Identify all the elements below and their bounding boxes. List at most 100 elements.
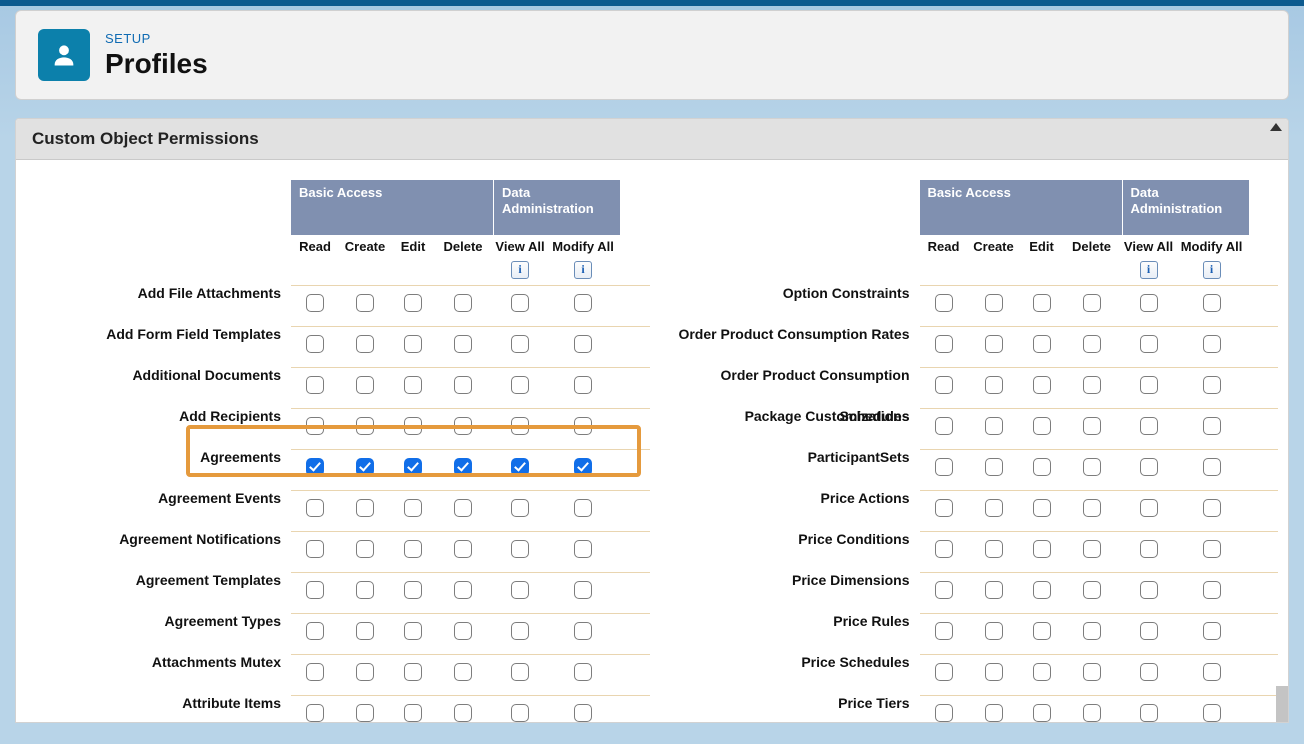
checkbox-create[interactable] <box>985 417 1003 435</box>
checkbox-read[interactable] <box>935 376 953 394</box>
checkbox-read[interactable] <box>306 581 324 599</box>
checkbox-read[interactable] <box>935 622 953 640</box>
checkbox-create[interactable] <box>356 499 374 517</box>
checkbox-edit[interactable] <box>1033 540 1051 558</box>
checkbox-delete[interactable] <box>454 540 472 558</box>
checkbox-delete[interactable] <box>1083 540 1101 558</box>
checkbox-delete[interactable] <box>454 581 472 599</box>
scroll-up-arrow-icon[interactable] <box>1270 123 1282 131</box>
checkbox-modall[interactable] <box>574 663 592 681</box>
checkbox-read[interactable] <box>306 417 324 435</box>
info-icon[interactable]: i <box>511 261 529 279</box>
checkbox-read[interactable] <box>935 704 953 722</box>
checkbox-modall[interactable] <box>1203 704 1221 722</box>
checkbox-viewall[interactable] <box>511 704 529 722</box>
checkbox-edit[interactable] <box>404 663 422 681</box>
checkbox-edit[interactable] <box>404 335 422 353</box>
checkbox-viewall[interactable] <box>511 458 529 476</box>
checkbox-modall[interactable] <box>1203 294 1221 312</box>
checkbox-viewall[interactable] <box>1140 704 1158 722</box>
checkbox-create[interactable] <box>985 376 1003 394</box>
checkbox-edit[interactable] <box>404 622 422 640</box>
checkbox-modall[interactable] <box>1203 417 1221 435</box>
checkbox-edit[interactable] <box>1033 335 1051 353</box>
checkbox-create[interactable] <box>356 335 374 353</box>
checkbox-delete[interactable] <box>454 458 472 476</box>
checkbox-create[interactable] <box>356 663 374 681</box>
checkbox-edit[interactable] <box>1033 704 1051 722</box>
checkbox-viewall[interactable] <box>1140 499 1158 517</box>
checkbox-create[interactable] <box>356 704 374 722</box>
info-icon[interactable]: i <box>1140 261 1158 279</box>
checkbox-viewall[interactable] <box>511 417 529 435</box>
checkbox-delete[interactable] <box>454 294 472 312</box>
checkbox-edit[interactable] <box>404 704 422 722</box>
checkbox-read[interactable] <box>935 581 953 599</box>
checkbox-modall[interactable] <box>574 294 592 312</box>
checkbox-read[interactable] <box>935 499 953 517</box>
checkbox-edit[interactable] <box>404 294 422 312</box>
checkbox-delete[interactable] <box>454 663 472 681</box>
checkbox-read[interactable] <box>306 704 324 722</box>
checkbox-create[interactable] <box>985 458 1003 476</box>
checkbox-read[interactable] <box>935 335 953 353</box>
checkbox-modall[interactable] <box>1203 335 1221 353</box>
checkbox-delete[interactable] <box>1083 663 1101 681</box>
checkbox-create[interactable] <box>356 294 374 312</box>
checkbox-create[interactable] <box>985 294 1003 312</box>
checkbox-edit[interactable] <box>1033 294 1051 312</box>
checkbox-modall[interactable] <box>1203 663 1221 681</box>
checkbox-delete[interactable] <box>1083 581 1101 599</box>
info-icon[interactable]: i <box>574 261 592 279</box>
checkbox-read[interactable] <box>306 294 324 312</box>
checkbox-delete[interactable] <box>454 376 472 394</box>
checkbox-delete[interactable] <box>1083 376 1101 394</box>
checkbox-read[interactable] <box>935 294 953 312</box>
checkbox-delete[interactable] <box>1083 294 1101 312</box>
checkbox-viewall[interactable] <box>511 663 529 681</box>
checkbox-edit[interactable] <box>404 458 422 476</box>
checkbox-edit[interactable] <box>1033 499 1051 517</box>
checkbox-create[interactable] <box>985 540 1003 558</box>
checkbox-viewall[interactable] <box>511 294 529 312</box>
checkbox-viewall[interactable] <box>511 540 529 558</box>
checkbox-delete[interactable] <box>1083 417 1101 435</box>
checkbox-delete[interactable] <box>1083 458 1101 476</box>
checkbox-create[interactable] <box>985 499 1003 517</box>
checkbox-create[interactable] <box>356 581 374 599</box>
checkbox-modall[interactable] <box>574 704 592 722</box>
checkbox-read[interactable] <box>306 499 324 517</box>
checkbox-create[interactable] <box>985 663 1003 681</box>
checkbox-delete[interactable] <box>1083 704 1101 722</box>
checkbox-viewall[interactable] <box>511 581 529 599</box>
checkbox-viewall[interactable] <box>511 622 529 640</box>
checkbox-modall[interactable] <box>574 417 592 435</box>
checkbox-modall[interactable] <box>574 622 592 640</box>
checkbox-read[interactable] <box>306 376 324 394</box>
checkbox-modall[interactable] <box>574 540 592 558</box>
checkbox-create[interactable] <box>356 458 374 476</box>
checkbox-read[interactable] <box>935 663 953 681</box>
scrollbar-thumb[interactable] <box>1276 686 1288 722</box>
checkbox-create[interactable] <box>985 704 1003 722</box>
checkbox-delete[interactable] <box>1083 622 1101 640</box>
checkbox-viewall[interactable] <box>1140 294 1158 312</box>
checkbox-viewall[interactable] <box>1140 376 1158 394</box>
checkbox-edit[interactable] <box>404 417 422 435</box>
checkbox-viewall[interactable] <box>511 335 529 353</box>
checkbox-viewall[interactable] <box>511 499 529 517</box>
checkbox-edit[interactable] <box>1033 376 1051 394</box>
checkbox-edit[interactable] <box>404 540 422 558</box>
checkbox-edit[interactable] <box>404 581 422 599</box>
checkbox-modall[interactable] <box>1203 458 1221 476</box>
checkbox-modall[interactable] <box>1203 376 1221 394</box>
checkbox-viewall[interactable] <box>1140 458 1158 476</box>
checkbox-delete[interactable] <box>454 417 472 435</box>
checkbox-read[interactable] <box>306 663 324 681</box>
checkbox-create[interactable] <box>985 622 1003 640</box>
checkbox-modall[interactable] <box>1203 581 1221 599</box>
checkbox-modall[interactable] <box>1203 622 1221 640</box>
checkbox-read[interactable] <box>306 458 324 476</box>
checkbox-viewall[interactable] <box>1140 663 1158 681</box>
checkbox-modall[interactable] <box>574 376 592 394</box>
